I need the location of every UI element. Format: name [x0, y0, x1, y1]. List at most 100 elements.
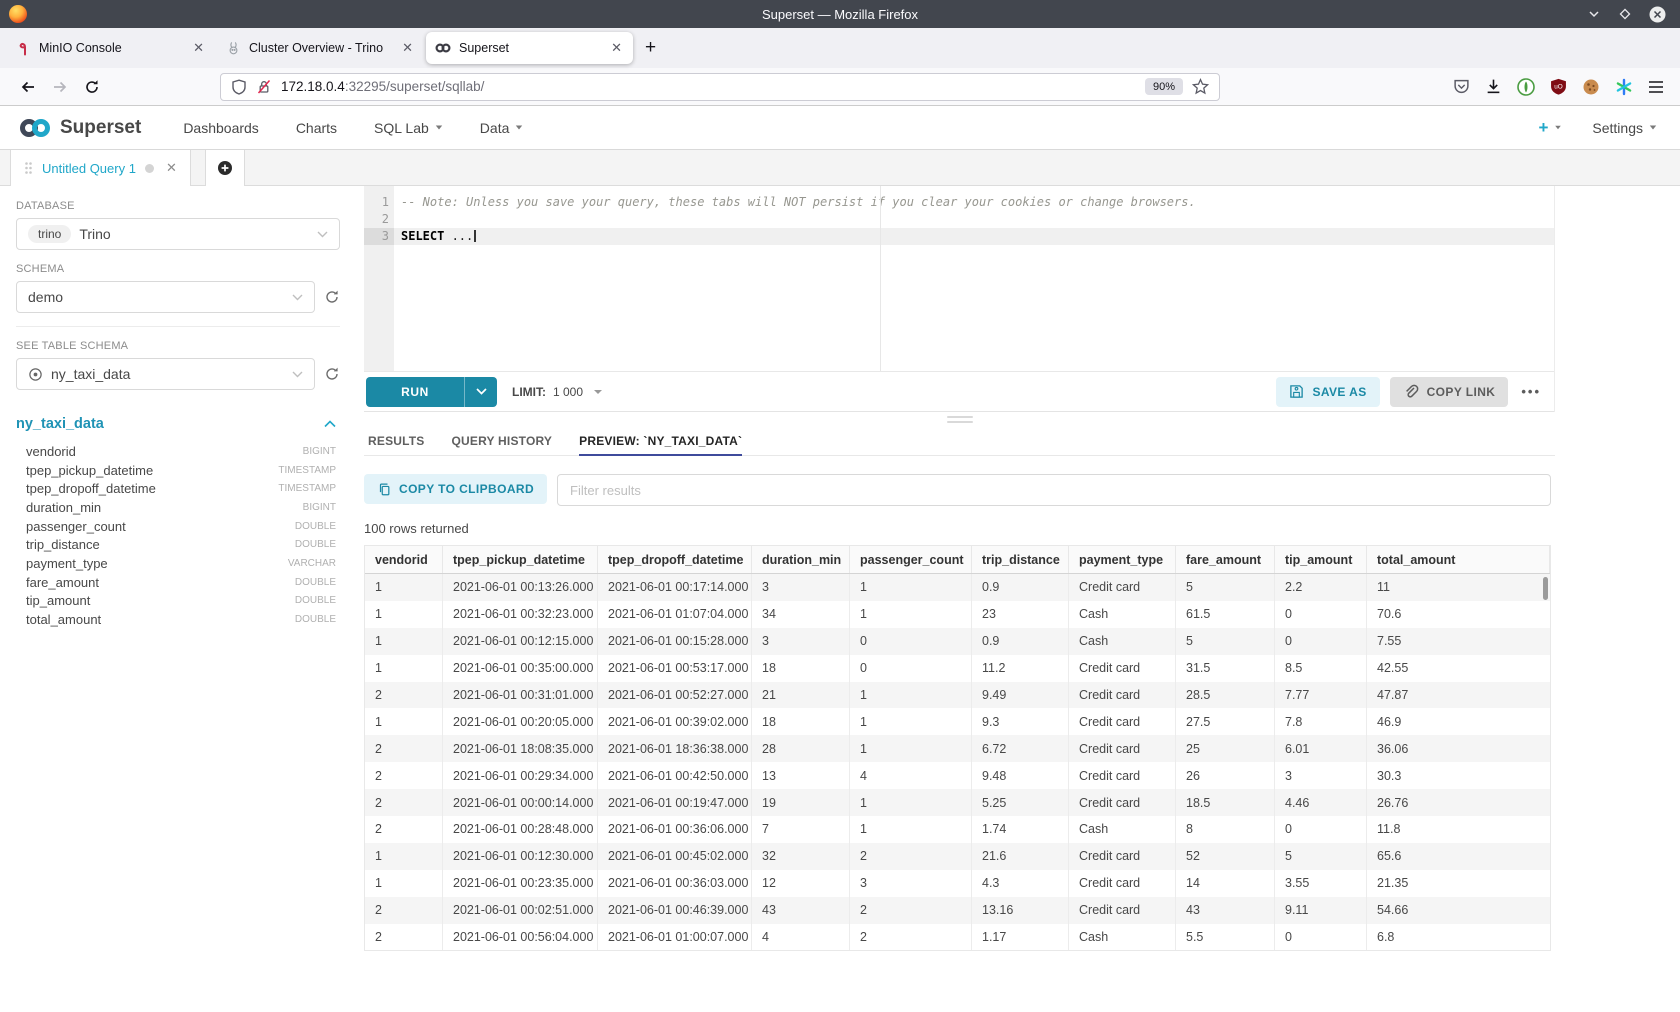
column-header[interactable]: trip_distance	[972, 546, 1069, 573]
window-maximize-icon[interactable]	[1618, 7, 1632, 21]
reload-icon[interactable]	[76, 73, 108, 101]
filter-results-input[interactable]	[557, 474, 1551, 506]
menu-icon[interactable]	[1648, 80, 1664, 94]
cell-pickup-datetime: 2021-06-01 00:56:04.000	[443, 924, 598, 951]
add-new-button[interactable]: +	[1538, 118, 1562, 138]
window-minimize-icon[interactable]	[1587, 7, 1601, 21]
cell-pickup-datetime: 2021-06-01 00:23:35.000	[443, 870, 598, 897]
tracking-shield-icon[interactable]	[231, 79, 247, 95]
back-icon[interactable]	[12, 73, 44, 101]
settings-menu[interactable]: Settings	[1592, 120, 1657, 136]
pane-resize-handle[interactable]	[364, 412, 1555, 426]
column-header[interactable]: tip_amount	[1275, 546, 1367, 573]
run-dropdown-button[interactable]	[464, 377, 497, 407]
copy-to-clipboard-button[interactable]: COPY TO CLIPBOARD	[364, 474, 547, 504]
window-close-icon[interactable]	[1649, 6, 1666, 23]
column-header[interactable]: total_amount	[1367, 546, 1550, 573]
tab-preview[interactable]: PREVIEW: `NY_TAXI_DATA`	[579, 426, 742, 455]
tab-query-history[interactable]: QUERY HISTORY	[452, 426, 553, 455]
nav-charts[interactable]: Charts	[296, 120, 337, 136]
column-header[interactable]: tpep_pickup_datetime	[443, 546, 598, 573]
table-select[interactable]: ny_taxi_data	[16, 358, 315, 390]
cookie-extension-icon[interactable]	[1582, 78, 1600, 96]
add-query-tab-button[interactable]	[205, 150, 245, 186]
nav-sql-lab[interactable]: SQL Lab	[374, 120, 443, 136]
tab-close-icon[interactable]: ✕	[400, 40, 415, 56]
browser-tab-title: Cluster Overview - Trino	[249, 41, 392, 55]
column-name: total_amount	[26, 612, 101, 627]
colorful-asterisk-extension-icon[interactable]	[1615, 78, 1633, 96]
tab-close-icon[interactable]: ✕	[609, 40, 624, 56]
superset-logo[interactable]: Superset	[17, 117, 141, 139]
cell-fare-amount: 5	[1176, 574, 1275, 601]
editor-code-area[interactable]: -- Note: Unless you save your query, the…	[394, 186, 1554, 371]
limit-dropdown[interactable]: LIMIT: 1 000	[512, 385, 602, 399]
cell-total-amount: 26.76	[1367, 789, 1550, 816]
cell-tip-amount: 6.01	[1275, 735, 1367, 762]
schema-select[interactable]: demo	[16, 281, 315, 313]
caret-down-icon	[594, 390, 602, 394]
sql-editor[interactable]: 1 2 3 -- Note: Unless you save your quer…	[364, 186, 1554, 372]
cell-tip-amount: 3.55	[1275, 870, 1367, 897]
browser-tab-trino[interactable]: Cluster Overview - Trino ✕	[217, 32, 424, 64]
forward-icon[interactable]	[44, 73, 76, 101]
browser-tab-title: Superset	[459, 41, 601, 55]
cell-passenger-count: 1	[850, 789, 972, 816]
table-schema-title[interactable]: ny_taxi_data	[16, 416, 104, 432]
column-header[interactable]: vendorid	[365, 546, 443, 573]
cell-tip-amount: 0	[1275, 816, 1367, 843]
table-row: 1 2021-06-01 00:13:26.000 2021-06-01 00:…	[365, 574, 1550, 601]
cell-fare-amount: 31.5	[1176, 655, 1275, 682]
insecure-lock-icon[interactable]	[256, 79, 272, 95]
cell-trip-distance: 9.3	[972, 708, 1069, 735]
cell-trip-distance: 5.25	[972, 789, 1069, 816]
tab-results[interactable]: RESULTS	[368, 426, 425, 455]
more-actions-button[interactable]: •••	[1518, 384, 1544, 399]
cell-passenger-count: 3	[850, 870, 972, 897]
bookmark-star-icon[interactable]	[1192, 78, 1209, 95]
database-select[interactable]: trino Trino	[16, 218, 340, 250]
cell-trip-distance: 11.2	[972, 655, 1069, 682]
column-header[interactable]: tpep_dropoff_datetime	[598, 546, 752, 573]
cell-payment-type: Cash	[1069, 628, 1176, 655]
new-tab-button[interactable]: +	[645, 37, 656, 59]
refresh-schemas-icon[interactable]	[324, 289, 340, 305]
collapse-table-icon[interactable]	[324, 420, 336, 428]
save-as-button[interactable]: SAVE AS	[1276, 377, 1379, 407]
run-button[interactable]: RUN	[366, 377, 464, 407]
column-header[interactable]: payment_type	[1069, 546, 1176, 573]
cell-pickup-datetime: 2021-06-01 00:13:26.000	[443, 574, 598, 601]
url-bar[interactable]: 172.18.0.4:32295/superset/sqllab/ 90%	[220, 73, 1220, 101]
green-circle-extension-icon[interactable]	[1517, 78, 1535, 96]
pocket-icon[interactable]	[1453, 78, 1470, 95]
browser-tab-minio[interactable]: MinIO Console ✕	[8, 32, 215, 64]
table-columns-list: vendorid BIGINT tpep_pickup_datetime TIM…	[16, 442, 340, 629]
download-icon[interactable]	[1485, 78, 1502, 95]
refresh-tables-icon[interactable]	[324, 366, 340, 382]
copy-link-button[interactable]: COPY LINK	[1390, 377, 1509, 407]
browser-tab-superset[interactable]: Superset ✕	[426, 32, 633, 64]
url-text[interactable]: 172.18.0.4:32295/superset/sqllab/	[281, 79, 484, 94]
schema-label: SCHEMA	[16, 263, 340, 275]
cell-pickup-datetime: 2021-06-01 00:20:05.000	[443, 708, 598, 735]
divider	[16, 326, 340, 327]
column-header[interactable]: fare_amount	[1176, 546, 1275, 573]
query-tab-close-icon[interactable]: ✕	[166, 160, 177, 176]
cell-total-amount: 36.06	[1367, 735, 1550, 762]
column-header[interactable]: duration_min	[752, 546, 850, 573]
cell-tip-amount: 0	[1275, 924, 1367, 951]
table-scrollbar-thumb[interactable]	[1543, 577, 1548, 600]
zoom-level-badge[interactable]: 90%	[1145, 78, 1183, 95]
nav-dashboards[interactable]: Dashboards	[183, 120, 259, 136]
text-cursor	[474, 230, 476, 242]
schema-value: demo	[28, 289, 63, 305]
cell-duration-min: 28	[752, 735, 850, 762]
query-tab[interactable]: Untitled Query 1 ✕	[10, 150, 191, 186]
chevron-down-icon	[516, 126, 522, 130]
ublock-origin-icon[interactable]: uO	[1550, 78, 1567, 95]
tab-close-icon[interactable]: ✕	[191, 40, 206, 56]
column-type: TIMESTAMP	[278, 465, 336, 476]
cell-tip-amount: 9.11	[1275, 897, 1367, 924]
nav-data[interactable]: Data	[480, 120, 524, 136]
column-header[interactable]: passenger_count	[850, 546, 972, 573]
